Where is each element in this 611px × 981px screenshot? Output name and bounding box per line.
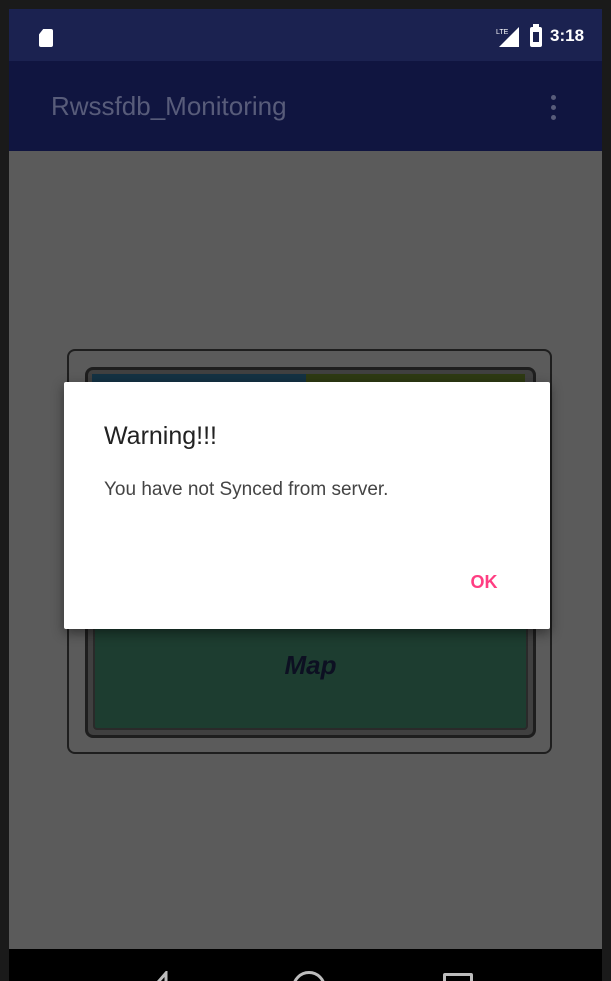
- status-bar: LTE 3:18: [9, 9, 602, 61]
- sd-card-icon: [39, 29, 53, 47]
- home-icon[interactable]: [292, 971, 326, 981]
- app-bar: Rwssfdb_Monitoring: [9, 61, 602, 151]
- phone-screen: LTE 3:18 Rwssfdb_Monitoring Map Warning!…: [9, 9, 602, 981]
- navigation-bar: [9, 949, 602, 981]
- status-time: 3:18: [550, 26, 585, 45]
- dialog-title: Warning!!!: [104, 422, 218, 450]
- dialog-message: You have not Synced from server.: [104, 479, 389, 500]
- signal-icon: LTE: [496, 27, 519, 47]
- map-label: Map: [284, 650, 337, 680]
- recents-icon[interactable]: [443, 973, 473, 981]
- ok-button[interactable]: OK: [444, 562, 524, 602]
- warning-dialog: Warning!!! You have not Synced from serv…: [64, 382, 550, 629]
- svg-text:LTE: LTE: [496, 29, 509, 36]
- battery-icon: [530, 24, 542, 47]
- back-icon[interactable]: [144, 971, 176, 981]
- app-title: Rwssfdb_Monitoring: [51, 91, 287, 121]
- overflow-menu-icon[interactable]: [551, 95, 557, 121]
